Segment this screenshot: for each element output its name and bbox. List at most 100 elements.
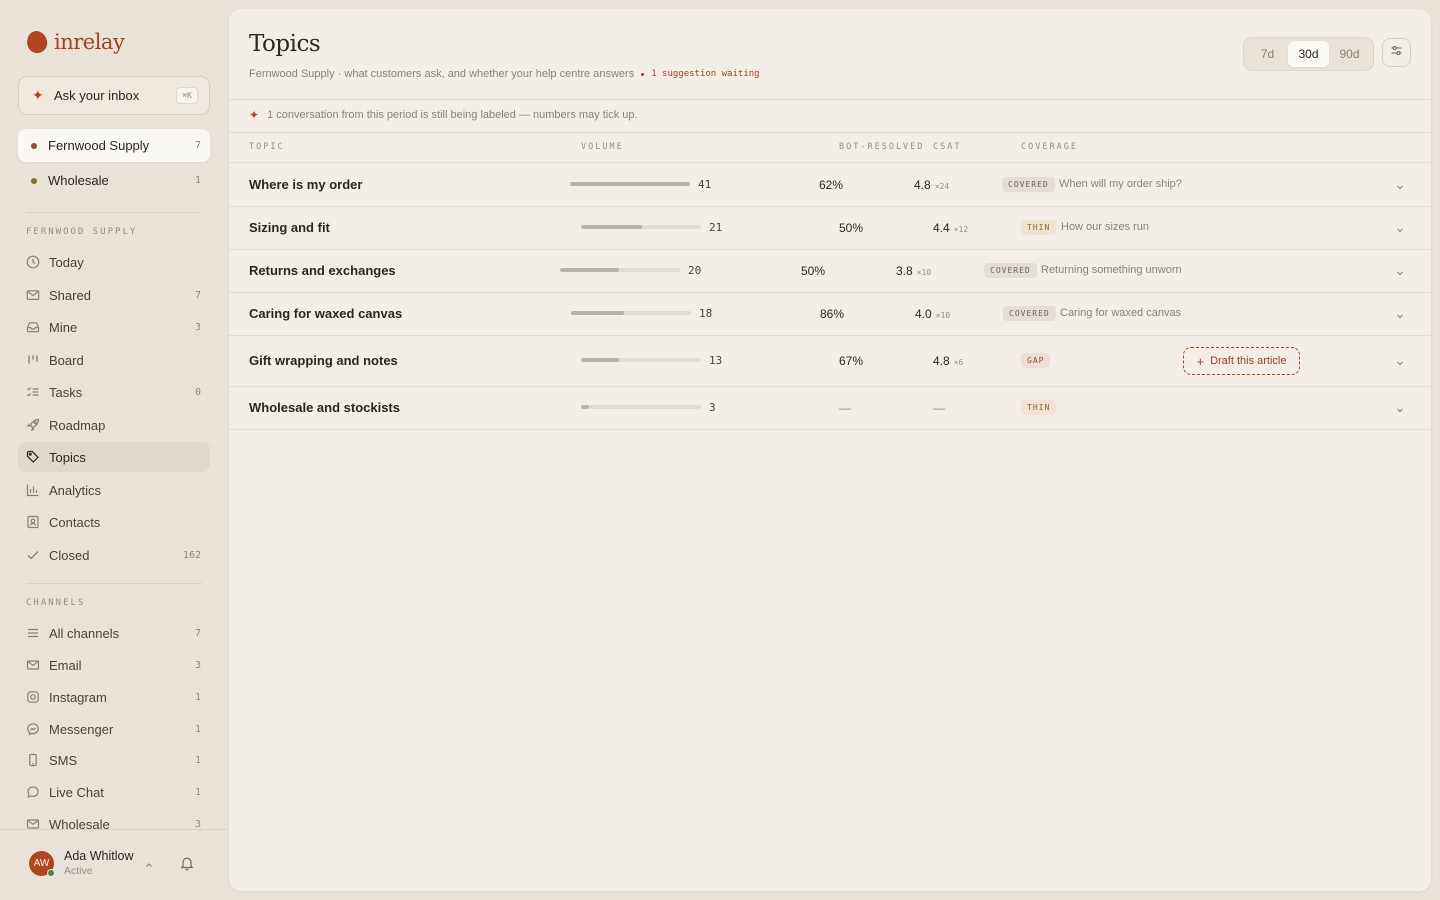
date-range-toggle: 7d 30d 90d (1243, 37, 1374, 71)
chevron-down-icon[interactable] (1395, 402, 1405, 420)
bot-resolved-value: 50% (801, 264, 826, 278)
chevron-down-icon[interactable] (1395, 265, 1405, 283)
user-info: Ada Whitlow Active (64, 849, 133, 877)
channel-item-email[interactable]: Email 3 (18, 650, 210, 680)
column-header-coverage[interactable]: COVERAGE (1021, 142, 1078, 152)
table-row[interactable]: Sizing and fit 21 50% 4.4 ×12 THIN How ou… (229, 207, 1431, 249)
help-article-link[interactable]: When will my order ship? (1059, 178, 1182, 190)
table-row[interactable]: Wholesale and stockists 3 — — THIN (229, 387, 1431, 429)
volume-bar (581, 405, 701, 409)
volume-bar-fill (560, 268, 619, 272)
clock-icon (26, 255, 40, 269)
channel-item-instagram[interactable]: Instagram 1 (18, 682, 210, 712)
csat-value: 4.4 ×12 (933, 221, 968, 235)
ask-inbox-button[interactable]: ✦ Ask your inbox ⌘K (18, 76, 210, 115)
ask-inbox-label: Ask your inbox (54, 88, 140, 103)
range-option-7d[interactable]: 7d (1247, 41, 1288, 67)
column-header-topic[interactable]: TOPIC (249, 142, 285, 152)
nav-item-contacts[interactable]: Contacts (18, 507, 210, 537)
topic-name: Gift wrapping and notes (249, 353, 398, 368)
phone-icon (26, 753, 40, 767)
coverage-badge: GAP (1021, 353, 1051, 368)
channel-item-all[interactable]: All channels 7 (18, 618, 210, 648)
user-menu[interactable]: AW Ada Whitlow Active (29, 849, 133, 877)
header-divider (229, 99, 1431, 100)
csat-count: ×12 (953, 225, 969, 234)
nav-item-board[interactable]: Board (18, 345, 210, 375)
topic-name: Where is my order (249, 177, 363, 192)
nav-label: Closed (49, 547, 90, 563)
csat-value: 4.8 ×6 (933, 354, 963, 368)
csat-value: 3.8 ×10 (896, 264, 931, 278)
table-row[interactable]: Where is my order 41 62% 4.8 ×24 COVERED … (229, 163, 1431, 206)
notice-text: 1 conversation from this period is still… (267, 109, 638, 121)
sidebar: inrelay ✦ Ask your inbox ⌘K Fernwood Sup… (0, 0, 228, 900)
nav-item-topics[interactable]: Topics (18, 442, 210, 472)
range-option-90d[interactable]: 90d (1329, 41, 1370, 67)
channel-item-messenger[interactable]: Messenger 1 (18, 714, 210, 744)
table-row[interactable]: Returns and exchanges 20 50% 3.8 ×10 COVE… (229, 250, 1431, 292)
nav-item-today[interactable]: Today (18, 247, 210, 277)
bot-resolved-value: 50% (839, 221, 864, 235)
column-header-volume[interactable]: VOLUME (581, 142, 624, 152)
help-article-link[interactable]: Returning something unworn (1041, 264, 1182, 276)
nav-count: 7 (194, 289, 201, 301)
bot-resolved-value: 86% (820, 307, 845, 321)
volume-bar (570, 182, 690, 186)
chevron-down-icon[interactable] (1395, 222, 1405, 240)
nav-item-tasks[interactable]: Tasks 0 (18, 377, 210, 407)
table-row[interactable]: Gift wrapping and notes 13 67% 4.8 ×6 GAP… (229, 336, 1431, 386)
channel-item-sms[interactable]: SMS 1 (18, 745, 210, 775)
help-article-link[interactable]: Caring for waxed canvas (1060, 307, 1181, 319)
page-subtitle: Fernwood Supply · what customers ask, an… (249, 68, 760, 80)
channel-item-live-chat[interactable]: Live Chat 1 (18, 777, 210, 807)
chat-bubble-icon (26, 785, 40, 799)
chevron-down-icon[interactable] (1395, 179, 1405, 197)
rocket-icon (26, 418, 40, 432)
nav-label: Roadmap (49, 417, 106, 433)
help-article-link[interactable]: How our sizes run (1061, 221, 1149, 233)
nav-count: 1 (194, 691, 201, 703)
topics-panel: Topics Fernwood Supply · what customers … (229, 9, 1431, 891)
workspace-label: Fernwood Supply (48, 138, 150, 153)
volume-value: 20 (688, 264, 702, 277)
nav-item-mine[interactable]: Mine 3 (18, 312, 210, 342)
coverage-badge: THIN (1021, 220, 1057, 235)
range-option-30d[interactable]: 30d (1288, 41, 1329, 67)
nav-label: Contacts (49, 514, 101, 530)
chevron-down-icon[interactable] (1395, 308, 1405, 326)
suggestion-link[interactable]: 1 suggestion waiting (641, 69, 760, 79)
bot-resolved-value: — (839, 401, 851, 415)
bell-icon[interactable] (179, 855, 195, 876)
inbox-icon (26, 320, 40, 334)
app-logo[interactable]: inrelay (24, 29, 125, 55)
csat-value: — (933, 401, 945, 415)
workspace-item-fernwood-supply[interactable]: Fernwood Supply 7 (18, 129, 210, 162)
nav-label: SMS (49, 752, 78, 768)
sidebar-divider (26, 583, 202, 584)
filter-button[interactable] (1382, 38, 1411, 67)
user-status: Active (64, 865, 93, 877)
topic-name: Returns and exchanges (249, 263, 396, 278)
table-row[interactable]: Caring for waxed canvas 18 86% 4.0 ×10 CO… (229, 293, 1431, 335)
nav-item-shared[interactable]: Shared 7 (18, 280, 210, 310)
nav-count: 3 (194, 818, 201, 830)
nav-item-roadmap[interactable]: Roadmap (18, 410, 210, 440)
chevron-down-icon[interactable] (1395, 355, 1405, 373)
draft-article-button[interactable]: + Draft this article (1183, 347, 1300, 375)
nav-item-closed[interactable]: Closed 162 (18, 540, 210, 570)
nav-count: 0 (194, 386, 201, 398)
column-header-csat[interactable]: CSAT (933, 142, 961, 152)
volume-value: 13 (709, 354, 723, 367)
bot-resolved-value: 67% (839, 354, 864, 368)
coverage-badge: COVERED (1003, 306, 1056, 321)
topic-name: Caring for waxed canvas (249, 306, 403, 321)
column-header-bot-resolved[interactable]: BOT-RESOLVED (839, 142, 924, 152)
nav-label: Messenger (49, 721, 114, 737)
workspace-item-wholesale[interactable]: Wholesale 1 (18, 164, 210, 197)
volume-value: 18 (699, 307, 713, 320)
nav-item-analytics[interactable]: Analytics (18, 475, 210, 505)
chevron-up-icon[interactable] (144, 857, 154, 875)
volume-bar (581, 358, 701, 362)
channel-item-wholesale[interactable]: Wholesale 3 (18, 809, 210, 839)
